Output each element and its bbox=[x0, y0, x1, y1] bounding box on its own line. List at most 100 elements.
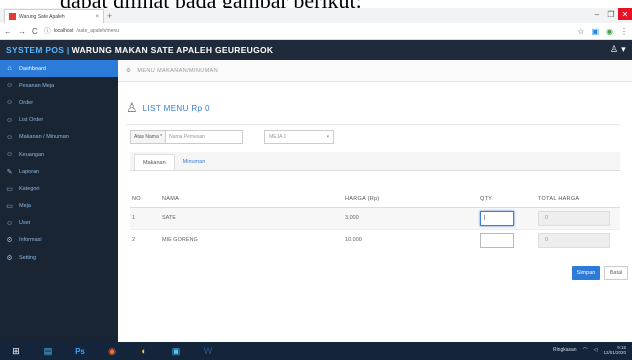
extension-icon[interactable]: ▣ bbox=[591, 27, 599, 36]
network-icon[interactable]: ⌒ bbox=[583, 347, 588, 354]
browser-menu-icon[interactable]: ⋮ bbox=[620, 27, 628, 36]
tab-minuman[interactable]: Minuman bbox=[175, 154, 214, 170]
sidebar-item-label: User bbox=[19, 220, 31, 227]
photoshop-icon[interactable]: Ps bbox=[64, 342, 96, 360]
minimize-icon[interactable]: – bbox=[590, 8, 604, 20]
sidebar-item-dashboard[interactable]: ⌂ Dashboard bbox=[0, 60, 118, 78]
row-total-cell: 0 bbox=[538, 206, 620, 229]
menu-panel: Makanan Minuman NO NAMA HARGA (Rp) QTY T… bbox=[130, 152, 620, 348]
list-header: ♙ LIST MENU Rp 0 bbox=[126, 100, 210, 116]
sidebar-item-label: Order bbox=[19, 99, 34, 106]
sidebar-item-informasi[interactable]: ⚙ Informasi bbox=[0, 232, 118, 249]
bookmark-star-icon[interactable]: ☆ bbox=[577, 27, 584, 36]
clock[interactable]: 9:15 12/01/2020 bbox=[603, 345, 626, 355]
row-qty-cell: | bbox=[480, 206, 538, 229]
sidebar-item-pesanan-meja[interactable]: ☺ Pesanan Meja bbox=[0, 77, 118, 94]
customer-name-label: Atas Nama * bbox=[130, 130, 166, 144]
column-header-qty: QTY bbox=[480, 191, 538, 208]
row-total-cell: 0 bbox=[538, 228, 620, 251]
sidebar-item-keuangan[interactable]: ☺ Keuangan bbox=[0, 146, 118, 163]
table-icon: ▭ bbox=[6, 203, 13, 211]
tray-text: Ringkasan bbox=[552, 347, 577, 353]
tab-makanan[interactable]: Makanan bbox=[134, 154, 175, 170]
maximize-icon[interactable]: ❐ bbox=[604, 8, 618, 20]
table-select-value: MEJA 1 bbox=[269, 134, 287, 140]
sidebar-item-label: List Order bbox=[19, 117, 44, 124]
breadcrumb-text: MENU MAKANAN/MINUMAN bbox=[137, 67, 219, 74]
sidebar-item-label: Setting bbox=[19, 254, 37, 261]
sidebar-item-makanan-minuman[interactable]: ☺ Makanan / Minuman bbox=[0, 129, 118, 146]
sidebar-item-kategori[interactable]: ▭ Kategori bbox=[0, 180, 118, 197]
url-path: /sate_apaleh/menu bbox=[76, 28, 120, 34]
user-icon: ☺ bbox=[6, 99, 14, 107]
quantity-input[interactable]: | bbox=[480, 210, 514, 226]
row-harga: 3.000 bbox=[345, 206, 480, 229]
user-icon: ♙ bbox=[126, 100, 138, 115]
browser-tabbar: Warung Sate Apaleh × + – ❐ ✕ bbox=[0, 8, 632, 23]
sidebar-item-setting[interactable]: ⚙ Setting bbox=[0, 249, 118, 266]
row-harga: 10.000 bbox=[345, 228, 480, 251]
app-header: SYSTEM POS | WARUNG MAKAN SATE APALEH GE… bbox=[0, 40, 632, 60]
screenshot: dapat dilihat pada gambar berikut: Warun… bbox=[0, 0, 632, 360]
window-controls: – ❐ ✕ bbox=[590, 8, 632, 20]
folder-icon: ▭ bbox=[6, 185, 13, 193]
sidebar-item-meja[interactable]: ▭ Meja bbox=[0, 198, 118, 215]
column-header-total: TOTAL HARGA bbox=[538, 191, 620, 208]
table-header-row: NO NAMA HARGA (Rp) QTY TOTAL HARGA bbox=[130, 191, 620, 208]
extension-icon[interactable]: ◉ bbox=[606, 27, 613, 36]
row-no: 1 bbox=[130, 206, 162, 229]
cancel-button[interactable]: Batal bbox=[604, 266, 628, 280]
close-window-icon[interactable]: ✕ bbox=[618, 8, 632, 20]
quantity-input[interactable] bbox=[480, 232, 514, 248]
start-icon[interactable]: ⊞ bbox=[0, 342, 32, 360]
back-icon[interactable]: ← bbox=[4, 27, 12, 36]
url-field[interactable]: ⓘ localhost /sate_apaleh/menu bbox=[44, 26, 572, 36]
url-host: localhost bbox=[53, 28, 74, 34]
table-select[interactable]: MEJA 1 ▾ bbox=[264, 130, 335, 144]
sidebar-item-label: Informasi bbox=[19, 237, 42, 244]
table-row: 1 SATE 3.000 | 0 bbox=[130, 206, 620, 229]
pencil-icon: ✎ bbox=[6, 168, 13, 176]
sidebar-item-list-order[interactable]: ☺ List Order bbox=[0, 112, 118, 129]
app-icon[interactable]: ▣ bbox=[160, 342, 192, 360]
task-view-icon[interactable]: ▤ bbox=[32, 342, 64, 360]
gear-icon: ⚙ bbox=[6, 254, 13, 262]
dashboard-icon: ⌂ bbox=[7, 65, 12, 73]
customer-name-label-text: Atas Nama * bbox=[134, 134, 163, 140]
sidebar-item-laporan[interactable]: ✎ Laporan bbox=[0, 163, 118, 180]
sidebar-item-label: Dashboard bbox=[19, 65, 46, 72]
column-header-nama: NAMA bbox=[162, 191, 345, 208]
save-button[interactable]: Simpan bbox=[572, 266, 600, 280]
new-tab-button[interactable]: + bbox=[107, 11, 112, 21]
sidebar-item-label: Makanan / Minuman bbox=[19, 134, 69, 141]
sidebar-item-label: Pesanan Meja bbox=[19, 82, 55, 89]
user-icon: ☺ bbox=[6, 133, 14, 141]
clock-date: 12/01/2020 bbox=[603, 350, 626, 355]
sidebar-item-label: Kategori bbox=[19, 185, 40, 192]
addressbar-actions: ☆ ▣ ◉ ⋮ bbox=[577, 27, 628, 36]
word-icon[interactable]: W bbox=[192, 342, 224, 360]
user-icon: ☺ bbox=[6, 151, 14, 159]
sidebar-item-label: Meja bbox=[19, 203, 31, 210]
firefox-icon[interactable]: ◉ bbox=[96, 342, 128, 360]
sidebar-item-user[interactable]: ☺ User bbox=[0, 215, 118, 232]
reload-icon[interactable]: C bbox=[32, 27, 38, 36]
tab-close-icon[interactable]: × bbox=[95, 14, 99, 20]
chevron-down-icon: ▾ bbox=[326, 134, 330, 140]
user-menu-icon[interactable]: ♙ ▾ bbox=[610, 44, 626, 55]
user-icon: ☺ bbox=[6, 219, 14, 227]
volume-icon[interactable]: ◁ bbox=[594, 347, 598, 353]
browser-tab[interactable]: Warung Sate Apaleh × bbox=[4, 9, 104, 23]
sidebar-item-order[interactable]: ☺ Order bbox=[0, 94, 118, 111]
breadcrumb: ⚙ MENU MAKANAN/MINUMAN bbox=[118, 60, 632, 82]
customer-name-input[interactable]: Nama Pemesan bbox=[165, 130, 244, 144]
favicon-icon bbox=[9, 13, 16, 20]
app-brand: SYSTEM POS | bbox=[6, 45, 70, 55]
row-qty-cell bbox=[480, 228, 538, 251]
info-icon: ⓘ bbox=[43, 28, 51, 35]
order-filters: Atas Nama * Nama Pemesan MEJA 1 ▾ bbox=[130, 130, 335, 144]
forward-icon[interactable]: → bbox=[18, 27, 26, 36]
total-price-field: 0 bbox=[538, 210, 610, 226]
user-icon: ☺ bbox=[6, 82, 14, 90]
chrome-icon[interactable]: ◐ bbox=[128, 342, 160, 360]
